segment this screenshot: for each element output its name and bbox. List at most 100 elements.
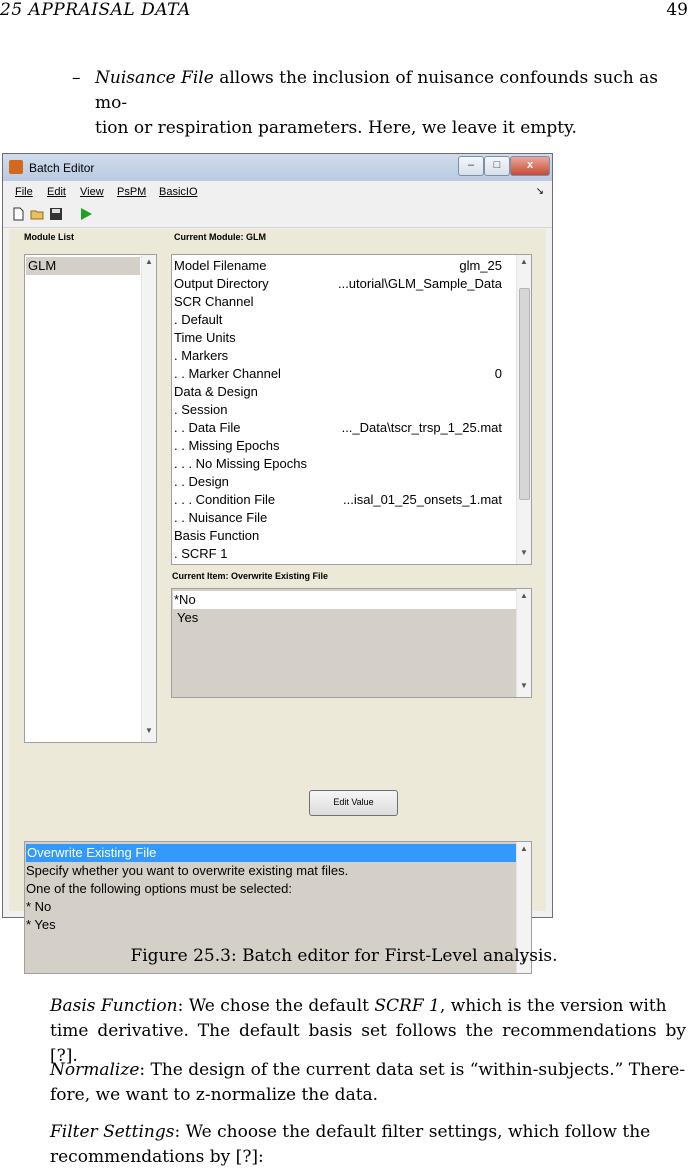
module-list-label: Module List: [24, 232, 74, 242]
chapter-header: 25 APPRAISAL DATA: [0, 0, 191, 20]
module-items-scrollbar[interactable]: ▲ ▼: [516, 255, 531, 564]
bullet-text: Nuisance File allows the inclusion of nu…: [95, 66, 685, 141]
menu-view[interactable]: View: [80, 186, 104, 198]
scroll-thumb[interactable]: [519, 288, 530, 500]
title-bar[interactable]: Batch Editor – □ x: [3, 154, 552, 181]
paragraph-normalize: Normalize: The design of the current dat…: [50, 1058, 686, 1108]
open-folder-icon[interactable]: [30, 207, 44, 221]
module-item-row[interactable]: . SCRF 1: [173, 545, 516, 563]
module-item-row[interactable]: Time Units: [173, 329, 516, 347]
scroll-down-icon[interactable]: ▼: [142, 726, 156, 740]
scroll-up-icon[interactable]: ▲: [142, 257, 156, 271]
module-items-list[interactable]: Model Filename glm_25 Output Directory ...u…: [171, 254, 532, 565]
new-file-icon[interactable]: [11, 207, 25, 221]
option-yes[interactable]: Yes: [173, 609, 516, 627]
window-title: Batch Editor: [29, 161, 95, 175]
module-item-glm[interactable]: GLM: [26, 257, 140, 275]
text: recommendations by [?]:: [50, 1147, 264, 1167]
text: , which is the version with: [439, 996, 667, 1016]
item-value: 0: [494, 366, 502, 381]
help-line: Specify whether you want to overwrite ex…: [26, 863, 349, 878]
module-item-row[interactable]: . . Marker Channel 0: [173, 365, 516, 383]
help-title: Overwrite Existing File: [26, 844, 516, 862]
module-item-row[interactable]: Basis Function: [173, 527, 516, 545]
maximize-button[interactable]: □: [484, 156, 510, 176]
help-line: * No: [26, 899, 52, 914]
menu-pspm[interactable]: PsPM: [117, 186, 146, 198]
current-module-label: Current Module: GLM: [174, 232, 266, 242]
module-item-row[interactable]: . . Data File ..._Data\tscr_trsp_1_25.mat: [173, 419, 516, 437]
item-label: . . Data File: [174, 420, 241, 435]
run-icon[interactable]: [79, 207, 93, 221]
help-line: * Yes: [26, 917, 56, 932]
text: fore, we want to z-normalize the data.: [50, 1085, 379, 1105]
option-no[interactable]: *No: [173, 591, 516, 609]
item-value: glm_25: [459, 258, 502, 273]
item-label: Time Units: [174, 330, 236, 345]
item-value: ..._Data\tscr_trsp_1_25.mat: [341, 420, 502, 435]
save-icon[interactable]: [49, 207, 63, 221]
item-label: . . Design: [174, 474, 229, 489]
module-item-row[interactable]: . Session: [173, 401, 516, 419]
help-line: One of the following options must be sel…: [26, 881, 292, 896]
edit-value-button[interactable]: Edit Value: [309, 790, 398, 816]
item-value: ...utorial\GLM_Sample_Data: [337, 276, 502, 291]
item-label: . Markers: [174, 348, 229, 363]
options-scrollbar[interactable]: ▲ ▼: [516, 589, 531, 697]
item-label: . . Missing Epochs: [174, 438, 280, 453]
page-number: 49: [666, 0, 688, 20]
term: SCRF 1: [374, 996, 440, 1016]
term: Basis Function: [50, 996, 178, 1016]
batch-editor-window: Batch Editor – □ x File Edit View PsPM B…: [2, 153, 553, 974]
module-item-row[interactable]: Output Directory ...utorial\GLM_Sample_Da…: [173, 275, 516, 293]
scroll-down-icon[interactable]: ▼: [517, 548, 531, 562]
item-value: ...isal_01_25_onsets_1.mat: [343, 492, 502, 507]
item-label: . Default: [174, 312, 223, 327]
close-button[interactable]: x: [510, 156, 550, 176]
module-item-row[interactable]: . . Missing Epochs: [173, 437, 516, 455]
item-label: Output Directory: [174, 276, 269, 291]
text: : The design of the current data set is …: [139, 1060, 686, 1080]
item-label: . . Nuisance File: [174, 510, 268, 525]
module-list[interactable]: GLM ▲ ▼: [24, 254, 157, 743]
text: : We chose the default: [177, 996, 375, 1016]
module-item-row[interactable]: SCR Channel: [173, 293, 516, 311]
term: Filter Settings: [50, 1122, 175, 1142]
item-label: SCR Channel: [174, 294, 254, 309]
module-item-row[interactable]: Model Filename glm_25: [173, 257, 516, 275]
module-list-scrollbar[interactable]: ▲ ▼: [141, 255, 156, 742]
module-item-row[interactable]: . . . Condition File ...isal_01_25_onsets…: [173, 491, 516, 509]
module-item-row[interactable]: . . Nuisance File: [173, 509, 516, 527]
figure-caption: Figure 25.3: Batch editor for First-Leve…: [130, 946, 558, 966]
menu-bar: File Edit View PsPM BasicIO ↘: [3, 181, 552, 203]
item-label: Model Filename: [174, 258, 267, 273]
matlab-logo-icon: [9, 160, 23, 174]
menu-file[interactable]: File: [15, 186, 33, 198]
scroll-up-icon[interactable]: ▲: [517, 591, 531, 605]
options-list[interactable]: *No Yes ▲ ▼: [171, 588, 532, 698]
dock-arrow-icon[interactable]: ↘: [536, 186, 544, 197]
scroll-down-icon[interactable]: ▼: [517, 681, 531, 695]
module-item-row[interactable]: . . . No Missing Epochs: [173, 455, 516, 473]
bullet-marker: –: [72, 68, 81, 88]
module-item-row[interactable]: . . Design: [173, 473, 516, 491]
item-label: . SCRF 1: [174, 546, 228, 561]
menu-edit[interactable]: Edit: [47, 186, 66, 198]
item-label: . . . No Missing Epochs: [174, 456, 307, 471]
minimize-button[interactable]: –: [458, 156, 484, 176]
bullet-term: Nuisance File: [95, 68, 214, 88]
scroll-up-icon[interactable]: ▲: [517, 257, 531, 271]
item-label: . . . Condition File: [174, 492, 276, 507]
module-item-row[interactable]: . Markers: [173, 347, 516, 365]
item-label: . . Marker Channel: [174, 366, 281, 381]
item-label: . Session: [174, 402, 228, 417]
module-item-row[interactable]: . Default: [173, 311, 516, 329]
toolbar: [3, 203, 552, 228]
module-item-row[interactable]: Data & Design: [173, 383, 516, 401]
menu-basicio[interactable]: BasicIO: [159, 186, 198, 198]
editor-panel: Module List Current Module: GLM GLM ▲ ▼ …: [9, 229, 546, 974]
current-item-label: Current Item: Overwrite Existing File: [172, 571, 329, 581]
scroll-up-icon[interactable]: ▲: [517, 844, 531, 858]
bullet-line-2: tion or respiration parameters. Here, we…: [95, 118, 577, 138]
term: Normalize: [50, 1060, 140, 1080]
